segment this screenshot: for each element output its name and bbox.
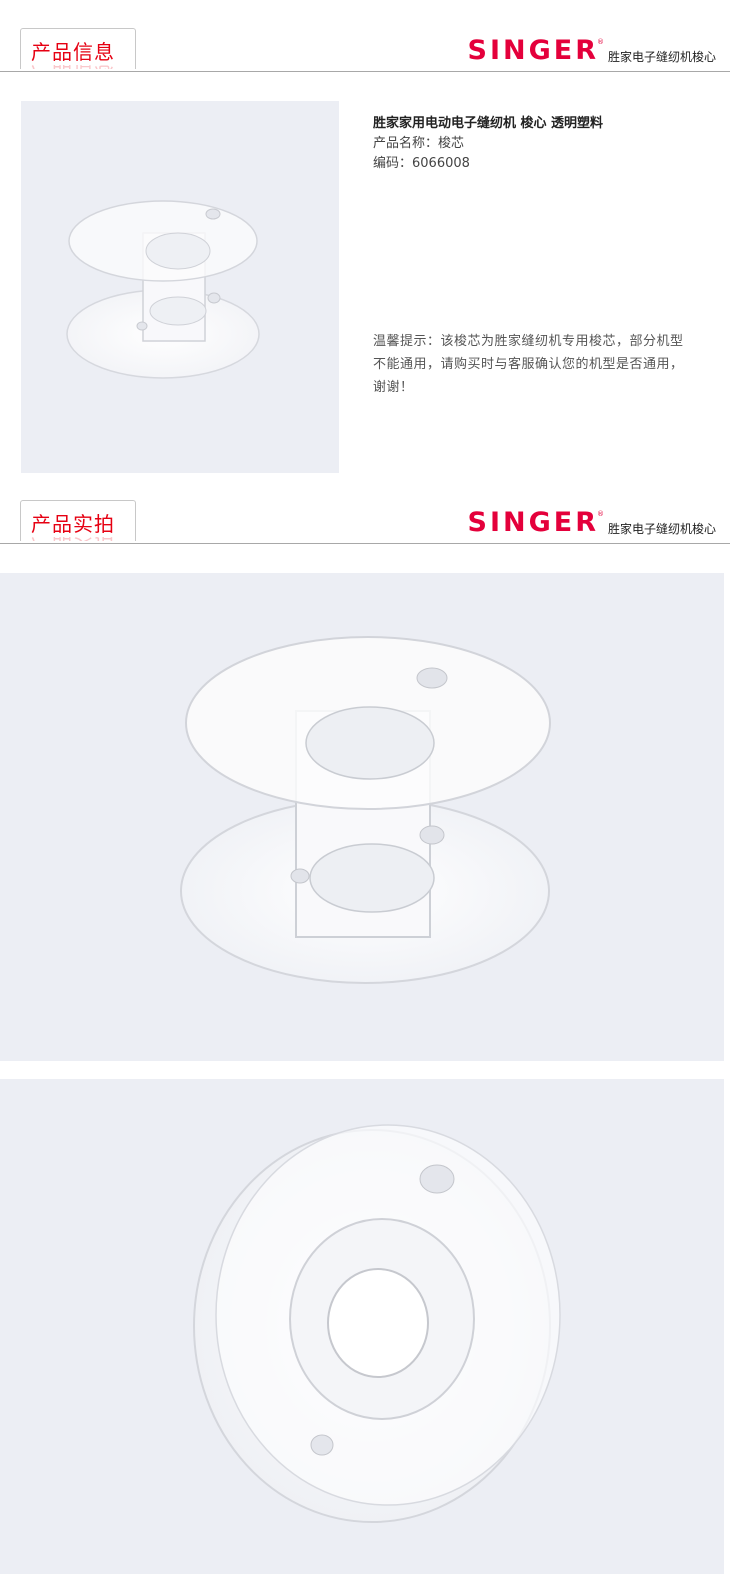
section-title-reflection: 产品实拍 xyxy=(31,533,115,541)
brand: SINGER ® 胜家电子缝纫机梭心 xyxy=(467,35,717,66)
singer-logo: SINGER xyxy=(467,35,599,66)
section-header-photos: 产品实拍 产品实拍 SINGER ® 胜家电子缝纫机梭心 xyxy=(0,500,730,544)
section-tab: 产品信息 产品信息 xyxy=(20,28,136,69)
bobbin-top-image xyxy=(0,1079,724,1574)
product-code: 编码：6066008 xyxy=(373,156,470,171)
brand-subtitle: 胜家电子缝纫机梭心 xyxy=(607,522,716,536)
product-name: 产品名称：梭芯 xyxy=(373,136,465,151)
registered-mark: ® xyxy=(596,510,604,518)
brand-subtitle: 胜家电子缝纫机梭心 xyxy=(607,50,716,64)
section-header-info: 产品信息 产品信息 SINGER ® 胜家电子缝纫机梭心 xyxy=(0,28,730,72)
singer-logo: SINGER xyxy=(467,507,599,538)
bobbin-illustration xyxy=(193,1124,561,1523)
brand: SINGER ® 胜家电子缝纫机梭心 xyxy=(467,507,717,538)
bobbin-illustration xyxy=(180,636,551,984)
bobbin-side-large-image xyxy=(0,573,724,1061)
header-rule xyxy=(0,543,730,544)
bobbin-illustration xyxy=(66,200,260,379)
section-tab: 产品实拍 产品实拍 xyxy=(20,500,136,541)
bobbin-side-small-image xyxy=(21,101,339,473)
header-rule xyxy=(0,71,730,72)
product-title: 胜家家用电动电子缝纫机 梭心 透明塑料 xyxy=(373,116,604,131)
product-note: 温馨提示：该梭芯为胜家缝纫机专用梭芯，部分机型不能通用，请购买时与客服确认您的机… xyxy=(373,334,684,395)
registered-mark: ® xyxy=(596,38,604,46)
section-title-reflection: 产品信息 xyxy=(31,61,115,69)
product-info: 胜家家用电动电子缝纫机 梭心 透明塑料 产品名称：梭芯 编码：6066008 xyxy=(373,114,693,174)
